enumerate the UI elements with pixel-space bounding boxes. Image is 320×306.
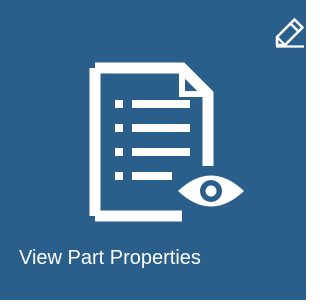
edit-button[interactable] [274,16,306,48]
document-list-eye-icon [89,62,244,222]
pencil-icon [275,18,304,48]
view-part-properties-tile[interactable]: View Part Properties [0,0,306,300]
tile-label: View Part Properties [19,247,201,269]
